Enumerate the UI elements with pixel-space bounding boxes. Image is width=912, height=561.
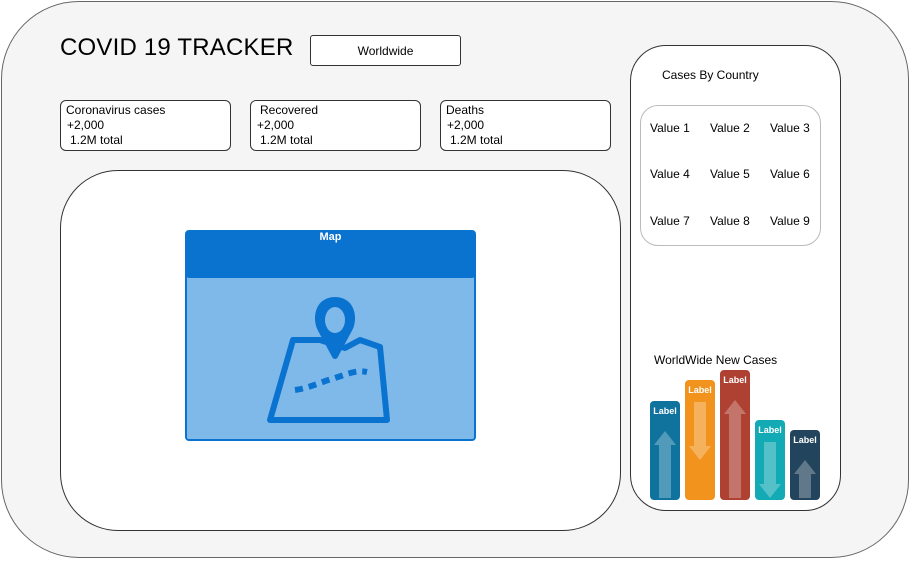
new-cases-chart: Label Label Label Label Label (650, 370, 820, 500)
table-cell: Value 1 (650, 121, 690, 135)
stat-card-cases[interactable]: Coronavirus cases +2,000 1.2M total (60, 100, 231, 151)
bar-label: Label (758, 425, 782, 435)
map-window[interactable] (185, 230, 476, 441)
region-select[interactable]: Worldwide (310, 35, 461, 66)
bar-label: Label (723, 375, 747, 385)
stat-title: Deaths (446, 103, 485, 117)
map-title: Map (319, 231, 342, 243)
bar-label: Label (793, 435, 817, 445)
stat-total: 1.2M total (260, 133, 313, 147)
table-cell: Value 3 (770, 121, 810, 135)
table-cell: Value 8 (710, 214, 750, 228)
stat-today: +2,000 (447, 118, 485, 132)
table-cell: Value 2 (710, 121, 750, 135)
stat-title: Recovered (260, 103, 319, 117)
bar-label: Label (688, 385, 712, 395)
cases-by-country-title: Cases By Country (662, 68, 759, 82)
table-cell: Value 9 (770, 214, 810, 228)
stat-today: +2,000 (257, 118, 295, 132)
page-title: COVID 19 TRACKER (60, 34, 294, 61)
table-cell: Value 5 (710, 167, 750, 181)
table-cell: Value 4 (650, 167, 690, 181)
stat-title: Coronavirus cases (66, 103, 166, 117)
stat-total: 1.2M total (70, 133, 123, 147)
stat-card-deaths[interactable]: Deaths +2,000 1.2M total (440, 100, 611, 151)
table-cell: Value 6 (770, 167, 810, 181)
stat-total: 1.2M total (450, 133, 503, 147)
stat-today: +2,000 (67, 118, 105, 132)
bar-label: Label (653, 406, 677, 416)
stat-card-recovered[interactable]: Recovered +2,000 1.2M total (250, 100, 421, 151)
table-cell: Value 7 (650, 214, 690, 228)
